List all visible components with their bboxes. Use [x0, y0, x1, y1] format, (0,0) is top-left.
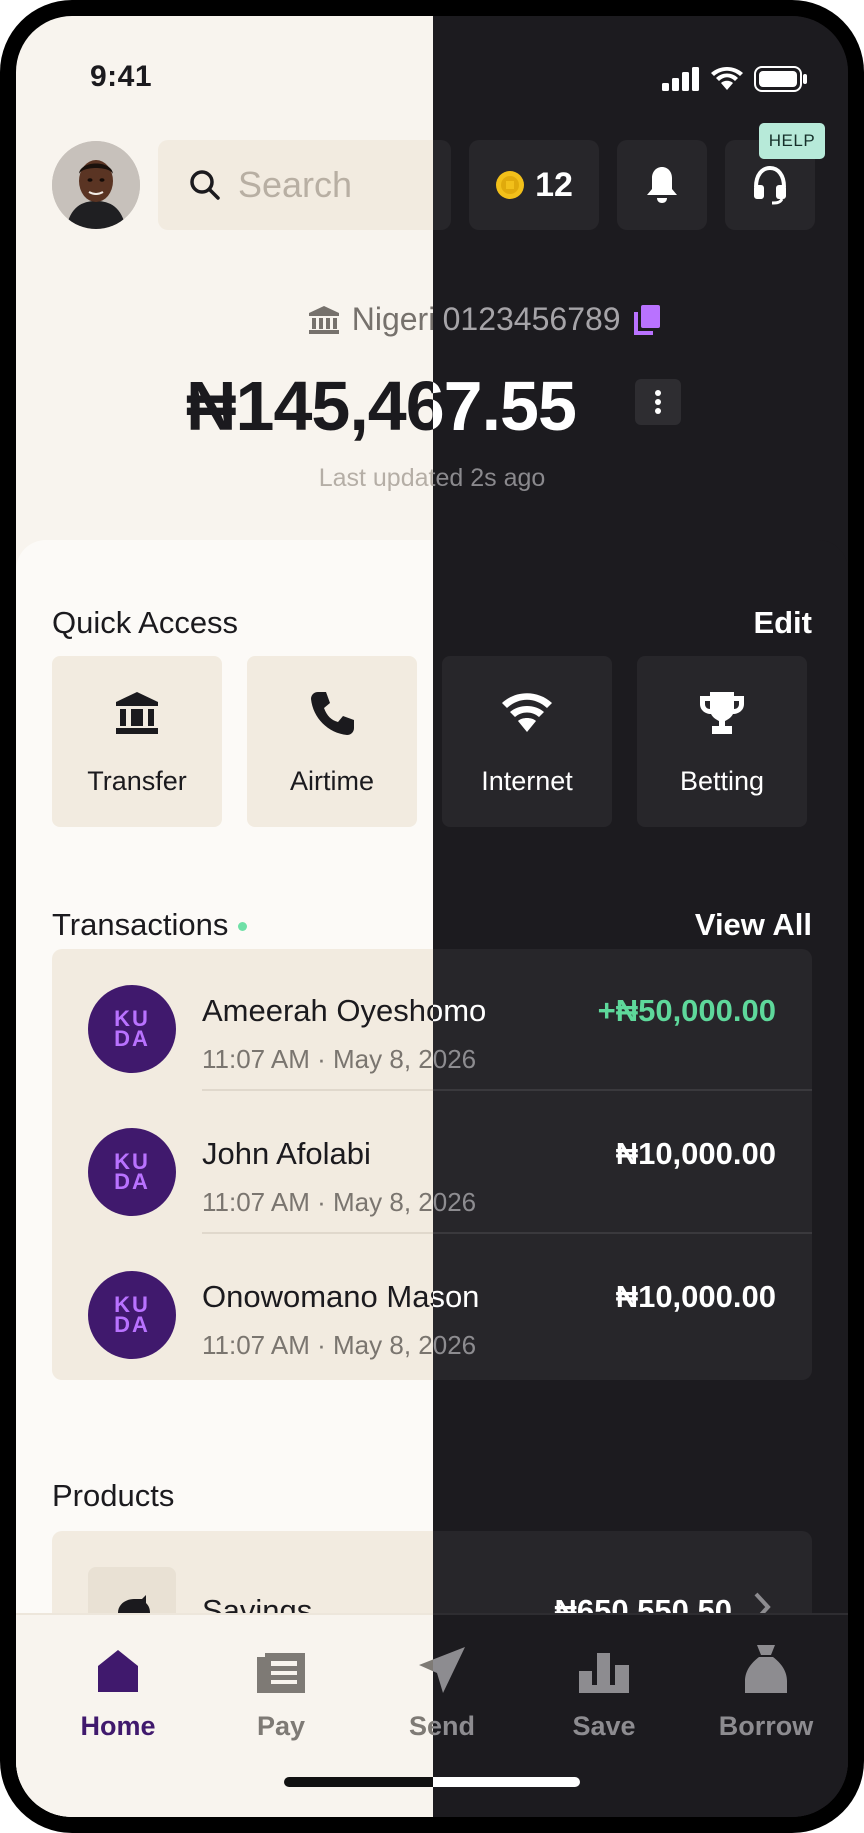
- quick-access-internet[interactable]: Internet: [442, 656, 612, 827]
- save-chart-icon: [579, 1653, 629, 1693]
- search-placeholder: Search: [238, 164, 353, 205]
- quick-access-label: Airtime: [289, 766, 374, 796]
- search-icon: [190, 170, 220, 200]
- screen: 9:41 Search Nigerian Naira: [16, 16, 848, 1817]
- transaction-amount: ₦10,000.00: [615, 1136, 776, 1171]
- live-indicator-dot: [238, 922, 248, 932]
- tab-label: Home: [80, 1711, 156, 1741]
- tab-borrow[interactable]: Borrow: [686, 1641, 846, 1742]
- headset-icon: [754, 165, 786, 205]
- transactions-title-text: Transactions: [52, 907, 229, 942]
- coin-icon: [496, 171, 525, 199]
- quick-access-label: Internet: [481, 766, 573, 796]
- quick-access-transfer[interactable]: Transfer: [52, 656, 222, 827]
- bank-icon: [308, 305, 339, 334]
- kuda-logo: KU DA: [88, 1271, 176, 1359]
- quick-access-airtime[interactable]: Airtime: [247, 656, 417, 827]
- trophy-icon: [700, 692, 744, 734]
- edit-quick-access-button[interactable]: Edit: [753, 605, 812, 641]
- view-all-transactions-button[interactable]: View All: [695, 907, 812, 943]
- notifications-button[interactable]: [617, 140, 707, 230]
- status-time: 9:41: [90, 60, 153, 93]
- status-icons: [662, 66, 808, 92]
- bell-icon: [647, 167, 677, 203]
- kuda-logo: KU DA: [88, 985, 176, 1073]
- kuda-logo: KU DA: [88, 1128, 176, 1216]
- phone-frame: 9:41 Search Nigerian Naira: [0, 0, 864, 1833]
- wifi-status-icon: [711, 67, 743, 90]
- phone-icon: [311, 692, 354, 735]
- receipt-icon: [257, 1653, 305, 1693]
- quick-access-betting[interactable]: Betting: [637, 656, 807, 827]
- tab-label: Borrow: [718, 1711, 814, 1741]
- money-bag-icon: [745, 1645, 787, 1693]
- quick-access-label: Betting: [679, 766, 765, 796]
- transaction-amount: +₦50,000.00: [597, 993, 776, 1028]
- more-vertical-icon: [655, 390, 661, 414]
- avatar[interactable]: [52, 141, 140, 229]
- wifi-icon: [502, 693, 552, 732]
- tab-label: Save: [572, 1711, 636, 1741]
- transaction-amount: ₦10,000.00: [615, 1279, 776, 1314]
- home-icon: [98, 1650, 138, 1692]
- account-number: 0123456789: [442, 301, 621, 337]
- copy-icon[interactable]: [633, 304, 661, 336]
- search-input[interactable]: Search: [158, 140, 433, 230]
- help-badge: HELP: [759, 123, 825, 159]
- products-title: Products: [52, 1478, 175, 1513]
- tab-save[interactable]: Save: [524, 1641, 684, 1742]
- balance-menu-button[interactable]: [635, 379, 681, 425]
- coin-count: 12: [535, 165, 573, 204]
- transactions-title: Transactions: [52, 907, 248, 943]
- quick-access-title: Quick Access: [52, 605, 239, 640]
- tab-home[interactable]: Home: [38, 1641, 198, 1742]
- coins-button[interactable]: 12: [469, 140, 599, 230]
- tab-label: Pay: [256, 1711, 306, 1741]
- tab-pay[interactable]: Pay: [201, 1641, 361, 1742]
- signal-icon: [662, 67, 699, 91]
- battery-icon: [754, 66, 807, 92]
- bank-icon: [116, 692, 158, 734]
- quick-access-label: Transfer: [87, 766, 187, 796]
- transaction-name: John Afolabi: [202, 1136, 371, 1171]
